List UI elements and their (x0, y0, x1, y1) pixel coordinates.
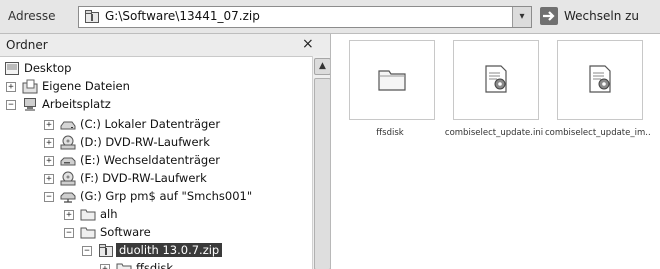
address-bar: Adresse G:\Software\13441_07.zip ▾ Wechs… (0, 0, 660, 34)
file-thumbnail (349, 40, 435, 120)
file-name: combiselect_update_im... (545, 128, 651, 138)
collapse-toggle[interactable]: − (44, 192, 54, 202)
tree-item-desktop[interactable]: Desktop (4, 60, 204, 78)
tree-item-label: (C:) Lokaler Datenträger (80, 117, 221, 131)
tree-item-label: (D:) DVD-RW-Laufwerk (80, 135, 210, 149)
computer-icon (24, 98, 36, 111)
folder-pane-title: Ordner (6, 38, 48, 52)
close-icon[interactable]: × (302, 36, 314, 52)
hard-disk-icon (60, 121, 76, 130)
scrollbar-thumb[interactable] (314, 78, 330, 269)
collapse-toggle[interactable]: − (6, 100, 16, 110)
address-input[interactable]: G:\Software\13441_07.zip ▾ (78, 6, 532, 28)
file-item-ffsdisk[interactable]: ffsdisk (337, 40, 443, 150)
tree-item-software[interactable]: − Software (64, 224, 264, 242)
dvd-drive-icon (60, 171, 76, 186)
file-thumbnail (453, 40, 539, 120)
tree-item-alh[interactable]: + alh (64, 206, 264, 224)
file-thumbnail (557, 40, 643, 120)
go-button[interactable]: Wechseln zu (538, 6, 660, 26)
file-name: ffsdisk (376, 128, 404, 138)
tree-item-label: Software (100, 225, 151, 239)
go-arrow-icon (540, 7, 558, 25)
settings-file-icon (589, 65, 611, 93)
settings-file-icon (485, 65, 507, 93)
expand-toggle[interactable]: + (44, 174, 54, 184)
tree-item-drive-f[interactable]: + (F:) DVD-RW-Laufwerk (44, 170, 304, 188)
folder-icon (116, 263, 132, 269)
expand-toggle[interactable]: + (6, 82, 16, 92)
network-drive-icon (60, 192, 76, 203)
folder-pane-header: Ordner × (0, 34, 330, 57)
file-name: combiselect_update.ini (444, 128, 544, 138)
tree-item-eigene-dateien[interactable]: + Eigene Dateien (6, 78, 206, 96)
tree-item-label: (E:) Wechseldatenträger (80, 153, 221, 167)
collapse-toggle[interactable]: − (82, 246, 92, 256)
folder-icon (80, 227, 96, 239)
address-label: Adresse (8, 9, 56, 23)
expand-toggle[interactable]: + (64, 210, 74, 220)
tree-scrollbar[interactable]: ▲ (312, 56, 330, 269)
tree-item-label: alh (100, 207, 118, 221)
collapse-toggle[interactable]: − (64, 228, 74, 238)
zip-folder-icon (99, 244, 113, 257)
folder-icon (80, 209, 96, 221)
expand-toggle[interactable]: + (44, 120, 54, 130)
scroll-up-icon[interactable]: ▲ (314, 58, 330, 75)
expand-toggle[interactable]: + (100, 264, 110, 269)
tree-item-label: Eigene Dateien (42, 79, 130, 93)
tree-item-label: duolith 13.0.7.zip (116, 243, 223, 257)
tree-item-label: Desktop (24, 61, 72, 75)
zip-folder-icon (85, 10, 99, 23)
address-dropdown-button[interactable]: ▾ (512, 7, 531, 27)
file-item-combiselect-update-ini[interactable]: combiselect_update.ini (441, 40, 547, 150)
address-path: G:\Software\13441_07.zip (105, 9, 260, 23)
removable-drive-icon (60, 157, 76, 166)
documents-folder-icon (22, 79, 38, 94)
desktop-icon (5, 62, 19, 75)
tree-item-drive-g[interactable]: − (G:) Grp pm$ auf "Smchs001" (44, 188, 308, 206)
folder-icon (378, 70, 406, 91)
tree-item-label: (G:) Grp pm$ auf "Smchs001" (80, 189, 253, 203)
go-label: Wechseln zu (564, 9, 640, 23)
tree-item-ffsdisk[interactable]: + ffsdisk (100, 260, 300, 269)
tree-item-duolith-zip[interactable]: − duolith 13.0.7.zip (82, 242, 282, 260)
dvd-drive-icon (60, 135, 76, 150)
expand-toggle[interactable]: + (44, 156, 54, 166)
tree-item-drive-c[interactable]: + (C:) Lokaler Datenträger (44, 116, 304, 134)
tree-item-arbeitsplatz[interactable]: − Arbeitsplatz (6, 96, 206, 114)
expand-toggle[interactable]: + (44, 138, 54, 148)
tree-item-label: Arbeitsplatz (42, 97, 111, 111)
tree-item-drive-e[interactable]: + (E:) Wechseldatenträger (44, 152, 304, 170)
tree-item-drive-d[interactable]: + (D:) DVD-RW-Laufwerk (44, 134, 304, 152)
tree-item-label: ffsdisk (136, 261, 174, 269)
tree-item-label: (F:) DVD-RW-Laufwerk (80, 171, 207, 185)
file-view: ffsdisk combiselect_update.ini combisele… (331, 34, 660, 269)
file-item-combiselect-update-im[interactable]: combiselect_update_im... (545, 40, 651, 150)
folder-pane: Ordner × Desktop + Eigene Dateien − Arbe… (0, 34, 331, 269)
